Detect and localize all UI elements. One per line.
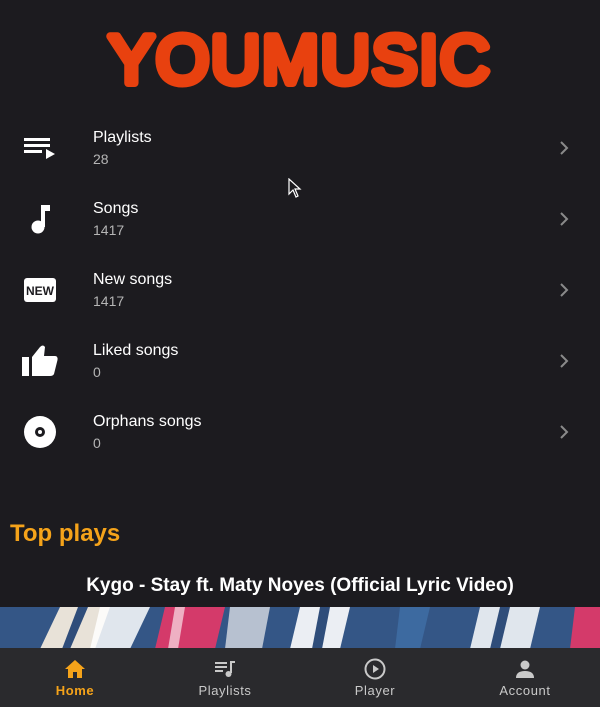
chevron-right-icon	[560, 140, 569, 155]
new-badge-icon: NEW	[20, 270, 60, 310]
menu-title: Liked songs	[93, 342, 179, 359]
menu-title: Playlists	[93, 129, 152, 146]
app-logo: YOUMUSIC	[0, 22, 600, 100]
menu-count: 0	[93, 364, 101, 380]
music-note-icon	[20, 199, 60, 239]
menu-count: 1417	[93, 222, 125, 238]
menu-title: New songs	[93, 271, 173, 288]
menu-count: 0	[93, 435, 101, 451]
chevron-right-icon	[560, 282, 569, 297]
playlist-play-icon	[20, 128, 60, 168]
svg-text:YOUMUSIC: YOUMUSIC	[109, 22, 491, 98]
menu-item-liked-songs[interactable]: Liked songs 0	[0, 325, 600, 396]
menu-title: Orphans songs	[93, 413, 202, 430]
queue-music-icon	[215, 661, 235, 677]
nav-label: Playlists	[198, 683, 252, 698]
library-menu: Playlists 28 Songs 1417 NEW New songs 14…	[0, 112, 600, 467]
chevron-right-icon	[560, 424, 569, 439]
nav-home[interactable]: Home	[0, 648, 150, 707]
menu-title: Songs	[93, 200, 139, 217]
account-icon	[516, 660, 534, 678]
disc-icon	[20, 412, 60, 452]
menu-count: 28	[93, 151, 109, 167]
video-thumbnail[interactable]	[0, 607, 600, 649]
nav-label: Home	[55, 683, 95, 698]
bottom-navigation: Home Playlists Player Account	[0, 648, 600, 707]
menu-item-orphans-songs[interactable]: Orphans songs 0	[0, 396, 600, 467]
youmusic-logo: YOUMUSIC	[105, 22, 493, 100]
top-plays-heading: Top plays	[10, 520, 121, 547]
nav-label: Player	[354, 683, 396, 698]
chevron-right-icon	[560, 211, 569, 226]
nav-label: Account	[499, 683, 551, 698]
nav-account[interactable]: Account	[450, 648, 600, 707]
menu-item-playlists[interactable]: Playlists 28	[0, 112, 600, 183]
app-screen: YOUMUSIC Playlists 28 Songs 1417 NEW New…	[0, 0, 600, 707]
nav-player[interactable]: Player	[300, 648, 450, 707]
thumb-up-icon	[20, 341, 60, 381]
mouse-cursor-icon	[288, 178, 302, 198]
home-icon	[65, 660, 85, 678]
menu-count: 1417	[93, 293, 125, 309]
svg-text:NEW: NEW	[26, 284, 55, 298]
play-circle-icon	[364, 658, 386, 680]
nav-playlists[interactable]: Playlists	[150, 648, 300, 707]
chevron-right-icon	[560, 353, 569, 368]
menu-item-new-songs[interactable]: NEW New songs 1417	[0, 254, 600, 325]
top-play-video-title[interactable]: Kygo - Stay ft. Maty Noyes (Official Lyr…	[0, 575, 600, 597]
